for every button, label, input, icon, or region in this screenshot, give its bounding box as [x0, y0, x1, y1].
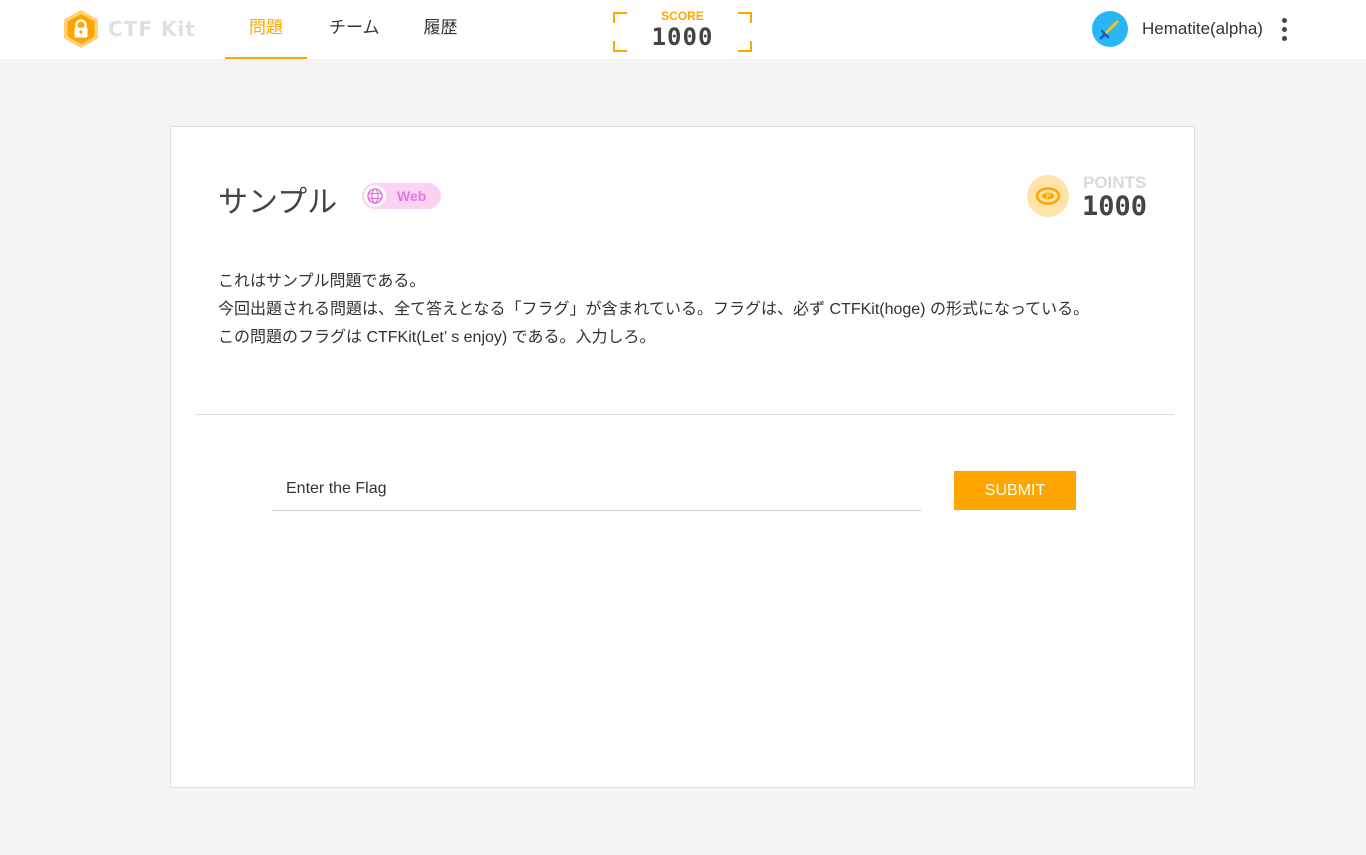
score-display: SCORE 1000	[613, 9, 752, 52]
divider	[195, 414, 1174, 415]
menu-dot	[1282, 26, 1288, 32]
points-label: POINTS	[1083, 173, 1147, 192]
points-value: 1000	[1082, 191, 1148, 222]
menu-dot	[1282, 35, 1288, 41]
avatar[interactable]	[1092, 11, 1128, 47]
lock-icon	[64, 10, 98, 48]
nav-history[interactable]: 履歴	[402, 0, 480, 59]
more-vert-icon[interactable]	[1279, 16, 1291, 43]
coin-icon: P	[1027, 175, 1069, 217]
main-nav: 問題 チーム 履歴	[225, 0, 480, 59]
username[interactable]: Hematite(alpha)	[1142, 19, 1263, 39]
description-line: これはサンプル問題である。	[218, 273, 426, 290]
description-line: この問題のフラグは CTFKit(Let’ s enjoy) である。入力しろ。	[218, 329, 656, 346]
category-tag: Web	[362, 183, 441, 209]
submit-button[interactable]: SUBMIT	[954, 471, 1076, 510]
user-menu: Hematite(alpha)	[1092, 11, 1291, 47]
nav-team[interactable]: チーム	[307, 0, 402, 59]
menu-dot	[1282, 17, 1288, 23]
logo-text: CTF Kit	[108, 17, 196, 41]
score-label: SCORE	[661, 9, 704, 23]
description-line: 今回出題される問題は、全て答えとなる「フラグ」が含まれている。フラグは、必ず C…	[218, 301, 1090, 318]
problem-description: これはサンプル問題である。 今回出題される問題は、全て答えとなる「フラグ」が含ま…	[218, 268, 1089, 352]
score-value: 1000	[651, 23, 714, 51]
flag-input[interactable]	[272, 467, 921, 511]
logo[interactable]: CTF Kit	[62, 9, 196, 49]
category-label: Web	[397, 188, 427, 204]
problem-title: サンプル	[218, 186, 338, 219]
problem-card: サンプル Web P POINTS 1000 これはサンプル問題である。 今回出…	[170, 126, 1195, 788]
globe-icon	[364, 185, 386, 207]
svg-text:P: P	[1046, 194, 1051, 201]
app-header: CTF Kit 問題 チーム 履歴 SCORE 1000 Hematite(al…	[0, 0, 1366, 59]
sword-icon	[1099, 20, 1119, 40]
nav-problems[interactable]: 問題	[225, 0, 307, 59]
